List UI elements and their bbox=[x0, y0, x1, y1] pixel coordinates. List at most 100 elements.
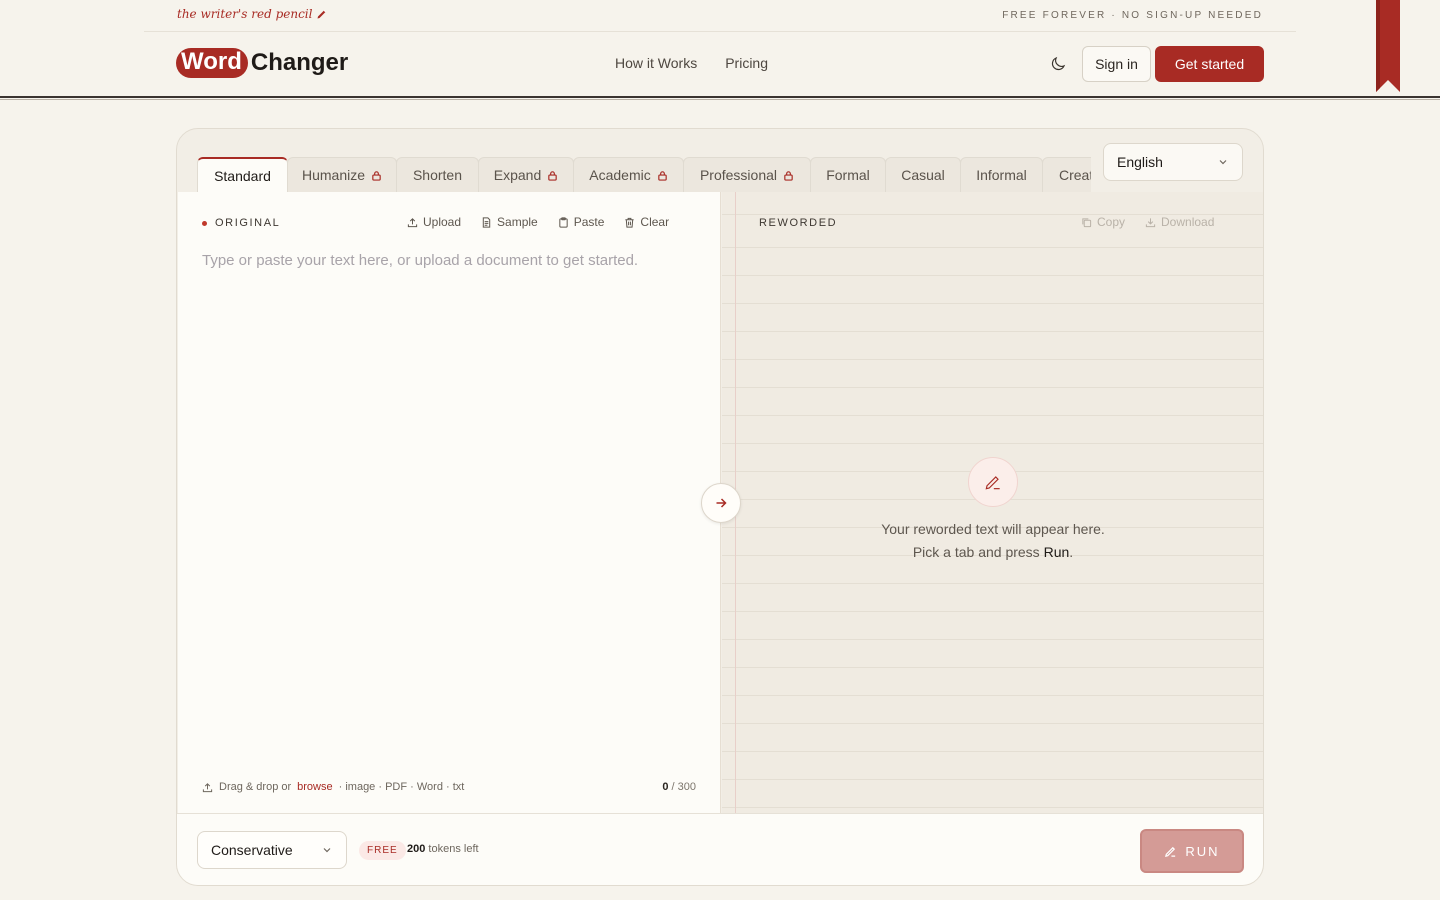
upload-icon bbox=[202, 782, 213, 792]
tab-label: Shorten bbox=[412, 167, 463, 183]
empty-line-2-text: Pick a tab and press bbox=[912, 543, 1040, 560]
sample-button[interactable]: Sample bbox=[481, 215, 538, 229]
logo-word: Word bbox=[176, 48, 248, 78]
tab-label: Formal bbox=[826, 167, 870, 183]
tab-label: Humanize bbox=[301, 167, 366, 183]
original-text-input[interactable]: Type or paste your text here, or upload … bbox=[202, 252, 638, 269]
tokens-label: tokens left bbox=[428, 843, 479, 855]
pencil-icon bbox=[317, 10, 326, 19]
chevron-down-icon bbox=[1219, 160, 1227, 165]
copy-icon bbox=[1082, 217, 1092, 227]
copy-button[interactable]: Copy bbox=[1081, 215, 1125, 229]
pencil-icon bbox=[985, 476, 1000, 490]
tagline: the writer's red pencil bbox=[177, 7, 328, 21]
original-tools: Upload Sample Paste Clear bbox=[407, 215, 669, 229]
download-button[interactable]: Download bbox=[1145, 215, 1214, 229]
run-label: RUN bbox=[1185, 843, 1220, 859]
reworded-tools: Copy Download bbox=[1081, 215, 1214, 229]
language-select[interactable]: English bbox=[1103, 143, 1243, 181]
original-title-text: ORIGINAL bbox=[215, 217, 281, 229]
lock-icon bbox=[548, 170, 557, 181]
empty-line-1: Your reworded text will appear here. bbox=[881, 521, 1105, 537]
upload-icon bbox=[407, 217, 418, 227]
tab-label: Standard bbox=[214, 167, 271, 184]
main-nav: How it Works Pricing bbox=[615, 55, 768, 71]
upload-label: Upload bbox=[423, 215, 462, 229]
tab-shorten[interactable]: Shorten bbox=[396, 157, 479, 192]
tab-academic[interactable]: Academic bbox=[573, 157, 684, 192]
tab-professional[interactable]: Professional bbox=[683, 157, 811, 192]
clear-label: Clear bbox=[640, 215, 670, 229]
tab-creative[interactable]: Creative bbox=[1042, 157, 1091, 192]
site-header: Word Changer How it Works Pricing Sign i… bbox=[0, 32, 1440, 96]
moon-icon[interactable] bbox=[1049, 55, 1067, 73]
paste-button[interactable]: Paste bbox=[558, 215, 605, 229]
lock-icon bbox=[372, 170, 381, 181]
empty-line-2: Pick a tab and press Run. bbox=[873, 541, 1113, 564]
empty-run-word: Run bbox=[1043, 543, 1070, 560]
arrow-right-icon bbox=[716, 498, 727, 508]
pencil-icon bbox=[1165, 846, 1176, 857]
trash-icon bbox=[625, 217, 635, 228]
download-icon bbox=[1145, 217, 1156, 227]
bottom-bar: Conservative FREE 200 tokens left RUN bbox=[177, 813, 1263, 885]
mode-tabs: Standard Humanize Shorten Expand Academi… bbox=[197, 157, 1091, 192]
lock-icon bbox=[657, 170, 667, 181]
tab-humanize[interactable]: Humanize bbox=[287, 157, 397, 192]
paste-label: Paste bbox=[573, 215, 605, 229]
copy-label: Copy bbox=[1097, 215, 1126, 229]
tab-formal[interactable]: Formal bbox=[810, 157, 886, 192]
tab-informal[interactable]: Informal bbox=[960, 157, 1043, 192]
original-title: ORIGINAL bbox=[202, 217, 280, 229]
tab-label: Informal bbox=[976, 167, 1027, 183]
reworded-pane: REWORDED Copy Download Your reworded tex… bbox=[722, 192, 1263, 813]
free-forever-notice: FREE FOREVER · NO SIGN-UP NEEDED bbox=[1002, 10, 1263, 21]
char-count-current: 0 bbox=[662, 781, 669, 793]
tab-label: Creative bbox=[1059, 167, 1091, 183]
drop-prefix: Drag & drop or bbox=[219, 781, 292, 793]
lock-icon bbox=[784, 170, 793, 181]
mode-select[interactable]: Conservative bbox=[197, 831, 347, 869]
empty-state-text: Your reworded text will appear here. Pic… bbox=[873, 518, 1113, 563]
empty-period: . bbox=[1069, 543, 1074, 560]
browse-link[interactable]: browse bbox=[297, 781, 332, 793]
nav-pricing[interactable]: Pricing bbox=[725, 55, 768, 71]
free-badge: FREE bbox=[359, 841, 406, 860]
sign-in-button[interactable]: Sign in bbox=[1082, 46, 1151, 82]
download-label: Download bbox=[1161, 215, 1215, 229]
tagline-text: the writer's red pencil bbox=[177, 7, 313, 21]
logo[interactable]: Word Changer bbox=[176, 48, 348, 78]
char-count-max: / 300 bbox=[671, 781, 696, 793]
logo-changer: Changer bbox=[250, 49, 349, 76]
language-value: English bbox=[1117, 154, 1163, 170]
empty-state-icon bbox=[968, 457, 1018, 507]
tab-standard[interactable]: Standard bbox=[197, 157, 288, 192]
tab-label: Expand bbox=[493, 167, 542, 183]
tokens-left: 200 tokens left bbox=[407, 843, 479, 855]
sample-label: Sample bbox=[497, 215, 538, 229]
get-started-button[interactable]: Get started bbox=[1155, 46, 1264, 82]
upload-button[interactable]: Upload bbox=[407, 215, 461, 229]
reworded-title: REWORDED bbox=[759, 217, 838, 229]
header-rule-thin bbox=[0, 99, 1440, 100]
original-pane: ORIGINAL Upload Sample Paste Clear Type … bbox=[178, 192, 721, 813]
header-rule bbox=[0, 96, 1440, 98]
mode-value: Conservative bbox=[211, 842, 293, 858]
run-button[interactable]: RUN bbox=[1140, 829, 1244, 873]
clear-button[interactable]: Clear bbox=[624, 215, 669, 229]
tab-label: Professional bbox=[699, 167, 778, 183]
document-icon bbox=[482, 216, 491, 228]
drop-suffix: · image · PDF · Word · txt bbox=[338, 781, 465, 793]
status-dot bbox=[202, 220, 207, 226]
rewrite-arrow-button[interactable] bbox=[701, 483, 741, 523]
chevron-down-icon bbox=[323, 848, 331, 853]
tab-casual[interactable]: Casual bbox=[885, 157, 961, 192]
tokens-count: 200 bbox=[407, 843, 426, 855]
tab-expand[interactable]: Expand bbox=[478, 157, 574, 192]
drop-zone[interactable]: Drag & drop or browse · image · PDF · Wo… bbox=[202, 781, 464, 793]
top-strip: the writer's red pencil FREE FOREVER · N… bbox=[144, 0, 1296, 32]
char-counter: 0 / 300 bbox=[662, 781, 696, 793]
tab-label: Academic bbox=[589, 167, 651, 183]
nav-how-it-works[interactable]: How it Works bbox=[615, 55, 697, 71]
rewriter-card: Standard Humanize Shorten Expand Academi… bbox=[176, 128, 1264, 886]
